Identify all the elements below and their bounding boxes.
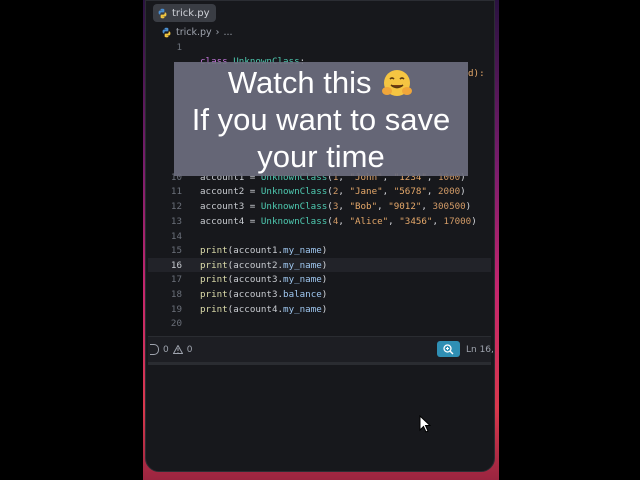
code-line-active[interactable]: 16 print(account2.my_name) — [148, 258, 491, 272]
line-number: 13 — [170, 215, 182, 227]
code-text: account4 = UnknownClass(4, "Alice", "345… — [200, 215, 477, 227]
line-number: 12 — [170, 200, 182, 212]
line-number: 16 — [170, 259, 182, 271]
line-number: 20 — [170, 317, 182, 329]
code-line[interactable]: 14 — [148, 229, 491, 243]
line-number: 15 — [170, 244, 182, 256]
code-text: account2 = UnknownClass(2, "Jane", "5678… — [200, 185, 466, 197]
caption-overlay: Watch this If you want to save your time — [174, 62, 468, 176]
code-line[interactable]: 12 account3 = UnknownClass(3, "Bob", "90… — [148, 199, 491, 213]
line-number: 18 — [170, 288, 182, 300]
chevron-right-icon: › — [215, 26, 220, 38]
status-bar: 0 0 Ln 16, — [148, 336, 494, 363]
code-line[interactable]: 17 print(account3.my_name) — [148, 272, 491, 286]
code-text: print(account3.balance) — [200, 288, 328, 300]
code-line[interactable]: 15 print(account1.my_name) — [148, 243, 491, 257]
tab-trick-py[interactable]: trick.py — [153, 4, 216, 22]
code-fragment: d): — [468, 68, 485, 79]
breadcrumb: trick.py › ... — [161, 25, 233, 39]
line-number: 11 — [170, 185, 182, 197]
code-text: print(account2.my_name) — [200, 259, 328, 271]
error-icon — [150, 344, 159, 355]
warning-icon — [172, 345, 183, 354]
cursor-position[interactable]: Ln 16, — [466, 345, 494, 355]
mouse-pointer-icon — [419, 415, 431, 433]
caption-line-1: Watch this — [174, 64, 468, 101]
breadcrumb-more[interactable]: ... — [223, 27, 232, 38]
line-number: 14 — [170, 230, 182, 242]
code-line[interactable]: 1 — [148, 40, 491, 54]
caption-line-3: your time — [257, 139, 385, 174]
zoom-button[interactable] — [437, 341, 460, 357]
line-number: 17 — [170, 273, 182, 285]
code-line[interactable]: 11 account2 = UnknownClass(2, "Jane", "5… — [148, 184, 491, 198]
panel-divider — [148, 362, 491, 365]
code-line[interactable]: 19 print(account4.my_name) — [148, 302, 491, 316]
code-text: print(account3.my_name) — [200, 273, 328, 285]
line-number: 19 — [170, 303, 182, 315]
python-icon — [158, 8, 167, 18]
code-line[interactable]: 18 print(account3.balance) — [148, 287, 491, 301]
line-number: 1 — [176, 41, 182, 53]
problems-indicator[interactable]: 0 0 — [150, 344, 192, 355]
code-text: print(account4.my_name) — [200, 303, 328, 315]
zoom-in-icon — [443, 343, 454, 354]
tab-label: trick.py — [172, 7, 210, 19]
code-line[interactable]: 13 account4 = UnknownClass(4, "Alice", "… — [148, 214, 491, 228]
code-text: account3 = UnknownClass(3, "Bob", "9012"… — [200, 200, 472, 212]
code-text: print(account1.my_name) — [200, 244, 328, 256]
tab-bar: trick.py — [150, 2, 488, 23]
breadcrumb-file[interactable]: trick.py — [176, 27, 212, 38]
error-count: 0 — [163, 344, 169, 355]
warning-count: 0 — [186, 344, 193, 355]
caption-line-2: If you want to save — [191, 102, 451, 137]
code-line[interactable]: 20 — [148, 316, 491, 330]
hugging-face-emoji-icon — [382, 70, 413, 96]
python-icon — [162, 27, 171, 37]
